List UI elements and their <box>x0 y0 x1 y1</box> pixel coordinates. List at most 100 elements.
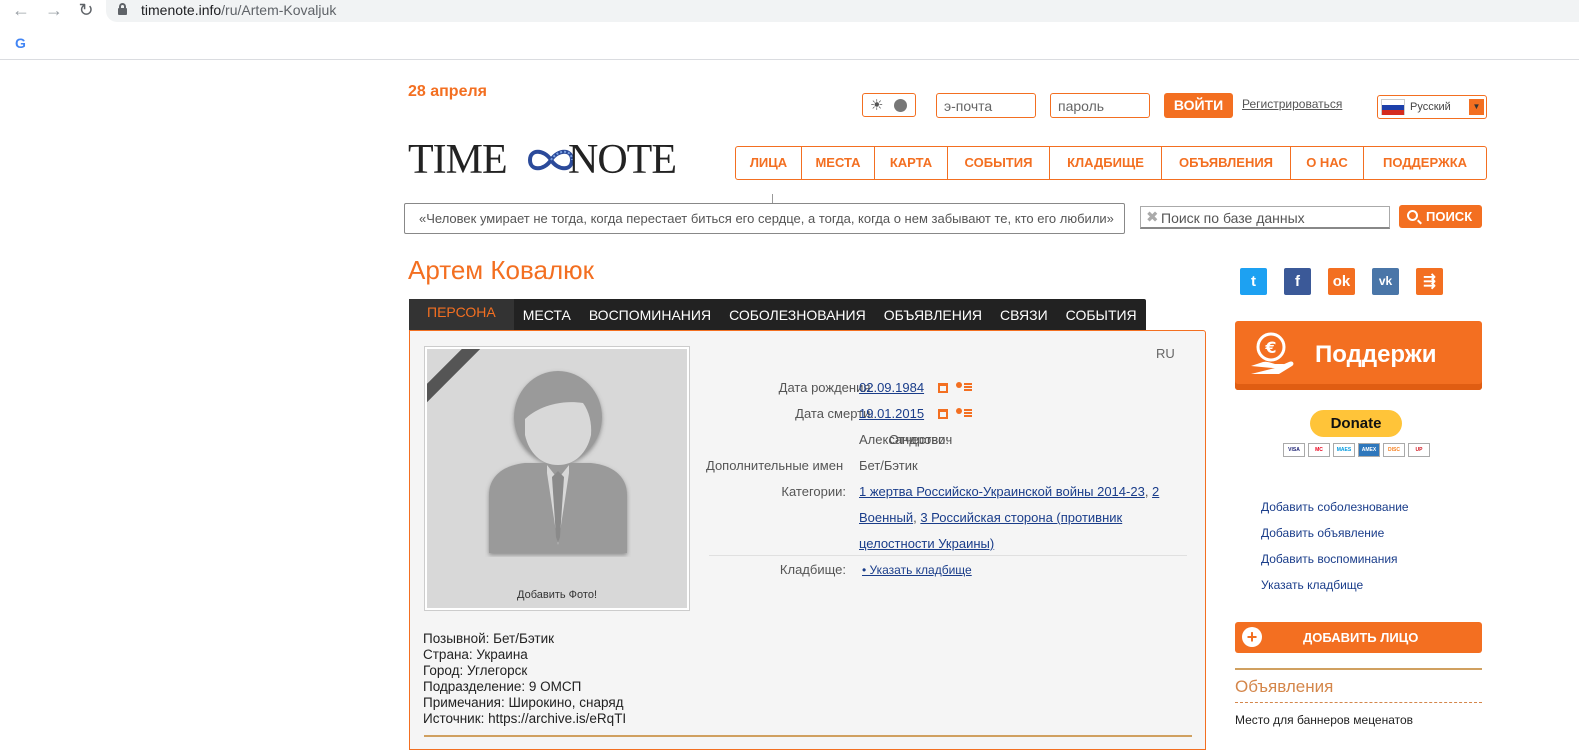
email-field[interactable] <box>936 93 1036 118</box>
facebook-icon[interactable]: f <box>1284 268 1311 295</box>
language-select[interactable]: Русский ▼ <box>1377 95 1487 119</box>
cemetery-label-row: Кладбище: <box>706 562 846 580</box>
amex-icon: AMEX <box>1358 443 1380 457</box>
tab-person[interactable]: ПЕРСОНА <box>409 299 514 330</box>
mastercard-icon: MC <box>1308 443 1330 457</box>
vk-icon[interactable]: vk <box>1372 268 1399 295</box>
page-title: Артем Ковалюк <box>408 255 595 285</box>
search-button[interactable]: ПОИСК <box>1399 205 1482 228</box>
search-input[interactable] <box>1161 208 1386 227</box>
person-card-icon[interactable] <box>956 382 973 393</box>
back-arrow-icon[interactable]: ← <box>10 0 32 22</box>
detail-city: Город: Углегорск <box>423 663 528 678</box>
clear-icon[interactable]: ✖ <box>1146 208 1159 226</box>
logo-time-text: TIME <box>408 137 508 183</box>
birth-value-row: 02.09.1984 <box>859 380 1059 395</box>
twitter-icon[interactable]: t <box>1240 268 1267 295</box>
nav-item-ads[interactable]: ОБЪЯВЛЕНИЯ <box>1161 147 1290 179</box>
divider <box>1235 702 1482 703</box>
tab-announcements[interactable]: ОБЪЯВЛЕНИЯ <box>875 299 991 330</box>
url-path: /ru/Artem-Kovaljuk <box>221 2 337 18</box>
cemetery-value-row: • Указать кладбище <box>862 563 972 577</box>
person-photo[interactable]: Добавить Фото! <box>424 346 690 611</box>
nav-item-events[interactable]: СОБЫТИЯ <box>947 147 1049 179</box>
unionpay-icon: UP <box>1408 443 1430 457</box>
url-text[interactable]: timenote.info/ru/Artem-Kovaljuk <box>141 2 336 18</box>
mourning-ribbon <box>427 349 491 406</box>
register-link[interactable]: Регистрироваться <box>1242 97 1342 111</box>
detail-country: Страна: Украина <box>423 647 528 662</box>
nav-item-cemetery[interactable]: КЛАДБИЩЕ <box>1049 147 1161 179</box>
detail-source: Источник: https://archive.is/eRqTI <box>423 711 627 726</box>
tab-places[interactable]: МЕСТА <box>514 299 580 330</box>
password-field[interactable] <box>1050 93 1150 118</box>
reload-icon[interactable]: ↻ <box>75 0 97 22</box>
url-host: timenote.info <box>141 2 222 18</box>
death-date-link[interactable]: 19.01.2015 <box>859 406 924 421</box>
add-condolence-link[interactable]: Добавить соболезнование <box>1261 494 1409 520</box>
maestro-icon: MAES <box>1333 443 1355 457</box>
support-label: Поддержи <box>1315 341 1437 368</box>
nav-item-about[interactable]: О НАС <box>1290 147 1363 179</box>
set-cemetery-link[interactable]: Указать кладбище <box>1261 572 1409 598</box>
add-photo-label[interactable]: Добавить Фото! <box>427 589 687 601</box>
add-memory-link[interactable]: Добавить воспоминания <box>1261 546 1409 572</box>
patronymic-value: Александрович <box>859 432 953 447</box>
add-announcement-link[interactable]: Добавить объявление <box>1261 520 1409 546</box>
share-icon[interactable]: ⇶ <box>1416 268 1443 295</box>
calendar-icon[interactable] <box>938 409 949 419</box>
person-card-icon[interactable] <box>956 408 973 419</box>
tab-memories[interactable]: ВОСПОМИНАНИЯ <box>580 299 720 330</box>
category-link-2b[interactable]: Военный <box>859 510 913 525</box>
search-box[interactable]: ✖ <box>1140 206 1390 229</box>
divider <box>709 555 1187 556</box>
support-banner[interactable]: € Поддержи <box>1235 321 1482 390</box>
svg-text:€: € <box>1264 338 1276 357</box>
forward-arrow-icon[interactable]: → <box>43 0 65 22</box>
visa-icon: VISA <box>1283 443 1305 457</box>
person-details: Позывной: Бет/Бэтик Страна: Украина Горо… <box>423 631 626 727</box>
divider <box>1235 668 1482 670</box>
category-link-1[interactable]: 1 жертва Российско-Украинской войны 2014… <box>859 484 1145 499</box>
add-person-button[interactable]: + ДОБАВИТЬ ЛИЦО <box>1235 622 1482 653</box>
quote-banner: «Человек умирает не тогда, когда переста… <box>404 203 1125 234</box>
cemetery-label: Кладбище: <box>779 562 846 577</box>
tab-relations[interactable]: СВЯЗИ <box>991 299 1057 330</box>
address-bar[interactable]: timenote.info/ru/Artem-Kovaljuk <box>106 0 1579 22</box>
social-links: t f ok vk ⇶ <box>1240 268 1460 295</box>
site-logo[interactable]: TIME NOTE <box>408 138 710 182</box>
language-tag[interactable]: RU <box>1156 346 1175 361</box>
nav-item-map[interactable]: КАРТА <box>874 147 947 179</box>
login-button[interactable]: ВОЙТИ <box>1164 93 1233 118</box>
detail-callsign: Позывной: Бет/Бэтик <box>423 631 555 646</box>
sun-icon: ☀ <box>870 97 884 114</box>
cemetery-link[interactable]: • Указать кладбище <box>862 563 972 577</box>
sidebar-links: Добавить соболезнование Добавить объявле… <box>1261 494 1409 598</box>
google-icon[interactable]: G <box>15 35 26 51</box>
tab-condolences[interactable]: СОБОЛЕЗНОВАНИЯ <box>720 299 875 330</box>
detail-notes: Примечания: Широкино, снаряд <box>423 695 624 710</box>
theme-toggle[interactable]: ☀ <box>862 93 916 117</box>
language-label: Русский <box>1410 101 1451 113</box>
category-link-3b[interactable]: целостности Украины) <box>859 536 994 551</box>
birth-date-link[interactable]: 02.09.1984 <box>859 380 924 395</box>
category-link-2a[interactable]: 2 <box>1152 484 1159 499</box>
chevron-down-icon: ▼ <box>1469 99 1484 115</box>
category-link-3a[interactable]: 3 Российская сторона (противник <box>920 510 1122 525</box>
odnoklassniki-icon[interactable]: ok <box>1328 268 1355 295</box>
search-icon <box>1407 210 1418 221</box>
search-button-label: ПОИСК <box>1426 209 1473 224</box>
tab-events[interactable]: СОБЫТИЯ <box>1057 299 1146 330</box>
nav-item-support[interactable]: ПОДДЕРЖКА <box>1363 147 1486 179</box>
categories-label: Категории: <box>781 484 846 499</box>
death-label-row: Дата смерти: <box>706 406 874 424</box>
nav-item-places[interactable]: МЕСТА <box>801 147 874 179</box>
current-date: 28 апреля <box>408 83 487 100</box>
plus-icon: + <box>1242 627 1262 647</box>
coin-hand-icon: € <box>1251 332 1294 374</box>
lock-icon <box>118 3 127 15</box>
donate-button[interactable]: Donate <box>1310 410 1402 437</box>
nav-item-faces[interactable]: ЛИЦА <box>736 147 801 179</box>
calendar-icon[interactable] <box>938 383 949 393</box>
person-tabs: ПЕРСОНА МЕСТА ВОСПОМИНАНИЯ СОБОЛЕЗНОВАНИ… <box>409 299 1146 330</box>
